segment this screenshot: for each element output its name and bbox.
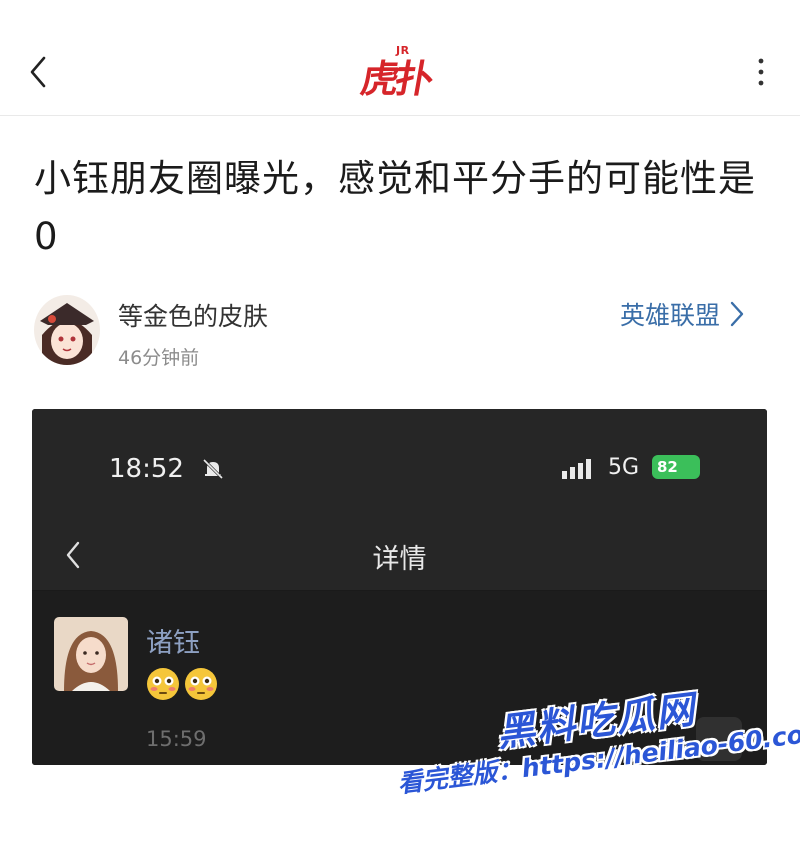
battery-indicator: 82 bbox=[652, 455, 700, 479]
author-name[interactable]: 等金色的皮肤 bbox=[118, 297, 268, 333]
logo-text: 虎扑 bbox=[357, 57, 434, 101]
channel-label: 英雄联盟 bbox=[620, 301, 721, 330]
moment-timestamp: 15:59 bbox=[146, 727, 207, 751]
moment-user-name: 诸钰 bbox=[146, 628, 200, 659]
more-options-button[interactable] bbox=[746, 54, 776, 90]
flushed-face-emoji-icon bbox=[147, 668, 179, 700]
signal-icon bbox=[562, 459, 591, 479]
chevron-right-icon bbox=[730, 301, 744, 327]
screenshot-nav-title: 详情 bbox=[372, 544, 427, 575]
network-type: 5G bbox=[608, 455, 640, 480]
mute-bell-icon bbox=[202, 458, 224, 480]
top-navigation-bar: JR 虎扑 bbox=[0, 0, 800, 116]
chevron-left-icon bbox=[30, 56, 46, 88]
author-avatar[interactable] bbox=[34, 295, 100, 365]
more-vertical-icon bbox=[758, 58, 764, 86]
post-title: 小钰朋友圈曝光，感觉和平分手的可能性是0 bbox=[34, 157, 756, 258]
moment-avatar bbox=[54, 617, 128, 691]
screenshot-status-time: 18:52 bbox=[109, 454, 184, 484]
channel-link[interactable]: 英雄联盟 bbox=[620, 296, 744, 332]
hupu-logo: JR 虎扑 bbox=[358, 42, 440, 101]
screenshot-nav-bar: 详情 bbox=[32, 519, 767, 591]
screenshot-status-bar: 18:52 5G 82 bbox=[32, 409, 767, 519]
battery-level: 82 bbox=[657, 458, 678, 476]
post-time: 46分钟前 bbox=[118, 347, 200, 369]
flushed-face-emoji-icon bbox=[185, 668, 217, 700]
moment-content bbox=[144, 665, 220, 703]
back-button[interactable] bbox=[22, 52, 58, 92]
